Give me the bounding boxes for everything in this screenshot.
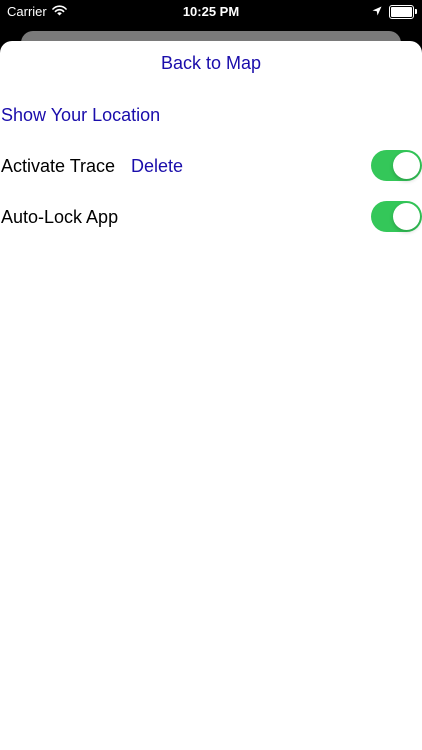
- show-location-row: Show Your Location: [0, 97, 422, 133]
- trace-toggle[interactable]: [371, 150, 422, 181]
- status-time: 10:25 PM: [182, 4, 240, 19]
- status-right-group: [372, 4, 417, 19]
- location-arrow-icon: [372, 4, 382, 19]
- trace-row: Activate Trace Delete: [0, 148, 422, 184]
- battery-fill: [391, 6, 412, 17]
- toggle-knob: [393, 203, 420, 230]
- battery-icon: [389, 4, 417, 19]
- back-to-map-link[interactable]: Back to Map: [0, 53, 422, 74]
- settings-sheet: Back to Map Show Your Location Activate …: [0, 41, 422, 750]
- autolock-toggle[interactable]: [371, 201, 422, 232]
- show-location-link[interactable]: Show Your Location: [1, 105, 160, 126]
- autolock-label: Auto-Lock App: [1, 207, 119, 227]
- autolock-row: Auto-Lock App: [0, 199, 422, 235]
- trace-label: Activate Trace: [1, 156, 116, 176]
- status-bar: Carrier 10:25 PM: [0, 0, 422, 24]
- toggle-knob: [393, 152, 420, 179]
- delete-trace-link[interactable]: Delete: [131, 156, 183, 177]
